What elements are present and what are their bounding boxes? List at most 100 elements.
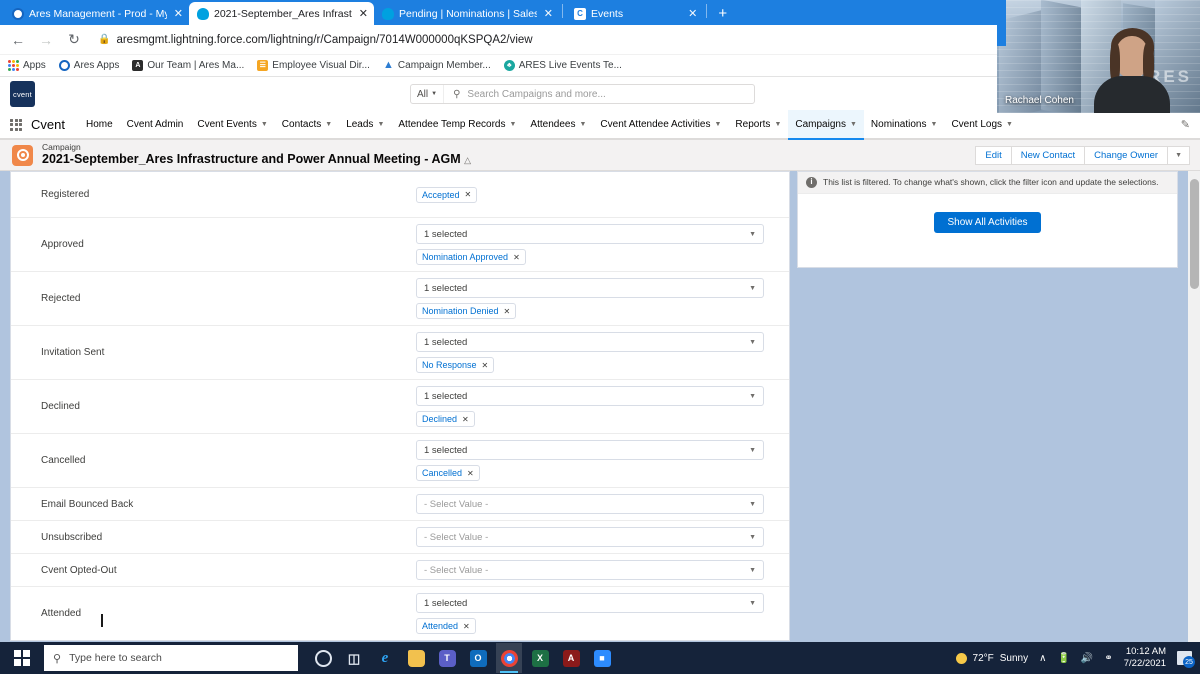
nav-item-attendees[interactable]: Attendees ▼: [523, 110, 593, 139]
selected-pill[interactable]: Attended ✕: [416, 618, 476, 634]
global-search-box[interactable]: All ▼ ⚲ Search Campaigns and more...: [410, 84, 755, 104]
file-explorer-button[interactable]: [403, 643, 429, 673]
bookmark-ares-apps[interactable]: Ares Apps: [58, 60, 119, 71]
clock[interactable]: 10:12 AM 7/22/2021: [1124, 646, 1166, 670]
browser-tab-1[interactable]: 2021-September_Ares Infrastruc ✕: [189, 2, 374, 25]
nav-item-home[interactable]: Home: [79, 110, 120, 139]
remove-icon[interactable]: ✕: [462, 415, 469, 424]
nav-item-reports[interactable]: Reports ▼: [728, 110, 788, 139]
nav-item-leads[interactable]: Leads ▼: [339, 110, 391, 139]
bookmark-campaign-member[interactable]: ▲ Campaign Member...: [383, 60, 491, 72]
nav-item-campaigns[interactable]: Campaigns ▼: [788, 110, 864, 141]
filter-notice-text: This list is filtered. To change what's …: [823, 177, 1159, 187]
browser-tab-0[interactable]: Ares Management - Prod - My A ✕: [4, 2, 189, 25]
remove-icon[interactable]: ✕: [504, 307, 511, 316]
taskbar-search-input[interactable]: ⚲ Type here to search: [44, 645, 298, 671]
reload-icon[interactable]: ↻: [64, 31, 84, 48]
page-scrollbar-thumb[interactable]: [1190, 179, 1199, 289]
bookmark-apps[interactable]: Apps: [8, 60, 46, 71]
show-hidden-icons-chevron-icon[interactable]: ∧: [1039, 653, 1046, 664]
collapse-caret-icon[interactable]: △: [464, 155, 471, 165]
field-label: Unsubscribed: [41, 531, 103, 543]
multiselect-dropdown[interactable]: - Select Value - ▼: [416, 494, 764, 514]
selected-pill[interactable]: Nomination Denied ✕: [416, 303, 517, 319]
select-value: 1 selected: [424, 228, 468, 240]
multiselect-dropdown[interactable]: - Select Value - ▼: [416, 527, 764, 547]
nav-label: Home: [85, 119, 113, 130]
adobe-acrobat-button[interactable]: A: [558, 643, 584, 673]
field-control: - Select Value - ▼: [416, 488, 775, 520]
zoom-button[interactable]: ■: [589, 643, 615, 673]
excel-button[interactable]: X: [527, 643, 553, 673]
bookmark-our-team[interactable]: A Our Team | Ares Ma...: [132, 60, 244, 71]
close-icon[interactable]: ✕: [357, 7, 368, 20]
microsoft-teams-button[interactable]: T: [434, 643, 460, 673]
change-owner-button[interactable]: Change Owner: [1084, 145, 1169, 165]
new-tab-button[interactable]: +: [710, 5, 735, 25]
nav-item-attendee-temp-records[interactable]: Attendee Temp Records ▼: [391, 110, 523, 139]
selected-pill[interactable]: Nomination Approved ✕: [416, 249, 526, 265]
selected-pill[interactable]: Declined ✕: [416, 411, 475, 427]
speaker-icon[interactable]: 🔊: [1081, 653, 1093, 664]
chevron-down-icon: ▼: [579, 121, 587, 128]
video-call-overlay[interactable]: ARES Rachael Cohen: [997, 0, 1200, 113]
app-launcher-icon[interactable]: [10, 118, 22, 131]
multiselect-dropdown[interactable]: 1 selected ▼: [416, 593, 764, 613]
multiselect-dropdown[interactable]: 1 selected ▼: [416, 224, 764, 244]
record-actions: Edit New Contact Change Owner ▼: [975, 145, 1190, 165]
multiselect-dropdown[interactable]: 1 selected ▼: [416, 332, 764, 352]
nav-item-nominations[interactable]: Nominations ▼: [864, 110, 945, 139]
start-button[interactable]: [0, 650, 44, 666]
outlook-button[interactable]: O: [465, 643, 491, 673]
new-contact-button[interactable]: New Contact: [1010, 145, 1086, 165]
record-title-text: 2021-September_Ares Infrastructure and P…: [42, 152, 461, 167]
search-scope-selector[interactable]: All ▼: [411, 85, 445, 103]
cortana-button[interactable]: [310, 643, 336, 673]
task-view-button[interactable]: ◫: [341, 643, 367, 673]
remove-icon[interactable]: ✕: [513, 253, 520, 262]
close-icon[interactable]: ✕: [542, 7, 553, 20]
selected-pill[interactable]: Cancelled ✕: [416, 465, 480, 481]
nav-label: Nominations: [870, 119, 927, 130]
internet-explorer-button[interactable]: e: [372, 643, 398, 673]
multiselect-dropdown[interactable]: 1 selected ▼: [416, 440, 764, 460]
remove-icon[interactable]: ✕: [463, 622, 470, 631]
chevron-down-icon: ▼: [749, 338, 756, 346]
bookmark-employee-visual-dir[interactable]: ☰ Employee Visual Dir...: [257, 60, 370, 71]
nav-item-cvent-attendee-activities[interactable]: Cvent Attendee Activities ▼: [593, 110, 728, 139]
nav-item-cvent-admin[interactable]: Cvent Admin: [120, 110, 191, 139]
forward-icon[interactable]: →: [36, 32, 56, 48]
edit-nav-pencil-icon[interactable]: ✎: [1181, 118, 1190, 131]
chevron-down-icon: ▼: [509, 121, 517, 128]
remove-icon[interactable]: ✕: [482, 361, 489, 370]
remove-icon[interactable]: ✕: [465, 190, 472, 199]
battery-icon[interactable]: 🔋: [1057, 653, 1069, 664]
nav-item-cvent-logs[interactable]: Cvent Logs ▼: [944, 110, 1020, 139]
pill-label: No Response: [422, 360, 477, 370]
weather-widget[interactable]: 72°F Sunny: [955, 652, 1028, 664]
multiselect-dropdown[interactable]: 1 selected ▼: [416, 278, 764, 298]
close-icon[interactable]: ✕: [686, 7, 697, 20]
selected-pill[interactable]: No Response ✕: [416, 357, 495, 373]
tab-divider: [706, 3, 708, 18]
remove-icon[interactable]: ✕: [467, 469, 474, 478]
browser-tab-3[interactable]: C Events ✕: [566, 2, 703, 25]
back-icon[interactable]: ←: [8, 32, 28, 48]
nav-item-cvent-events[interactable]: Cvent Events ▼: [190, 110, 274, 139]
edit-button[interactable]: Edit: [975, 145, 1012, 165]
network-icon[interactable]: ⚭: [1104, 653, 1112, 664]
nav-item-contacts[interactable]: Contacts ▼: [275, 110, 339, 139]
google-chrome-button[interactable]: [496, 643, 522, 673]
field-label: Attended: [41, 608, 82, 619]
close-icon[interactable]: ✕: [172, 7, 183, 20]
notification-center-button[interactable]: 25: [1177, 651, 1195, 668]
show-all-activities-button[interactable]: Show All Activities: [934, 212, 1041, 234]
page-scrollbar[interactable]: [1188, 171, 1200, 645]
more-actions-button[interactable]: ▼: [1167, 145, 1190, 165]
form-scrollbar[interactable]: [789, 172, 790, 641]
selected-pill[interactable]: Accepted ✕: [416, 186, 478, 203]
bookmark-ares-live-events[interactable]: ♣ ARES Live Events Te...: [503, 60, 622, 71]
browser-tab-2[interactable]: Pending | Nominations | Salesfor ✕: [374, 2, 559, 25]
multiselect-dropdown[interactable]: - Select Value - ▼: [416, 560, 764, 580]
multiselect-dropdown[interactable]: 1 selected ▼: [416, 386, 764, 406]
